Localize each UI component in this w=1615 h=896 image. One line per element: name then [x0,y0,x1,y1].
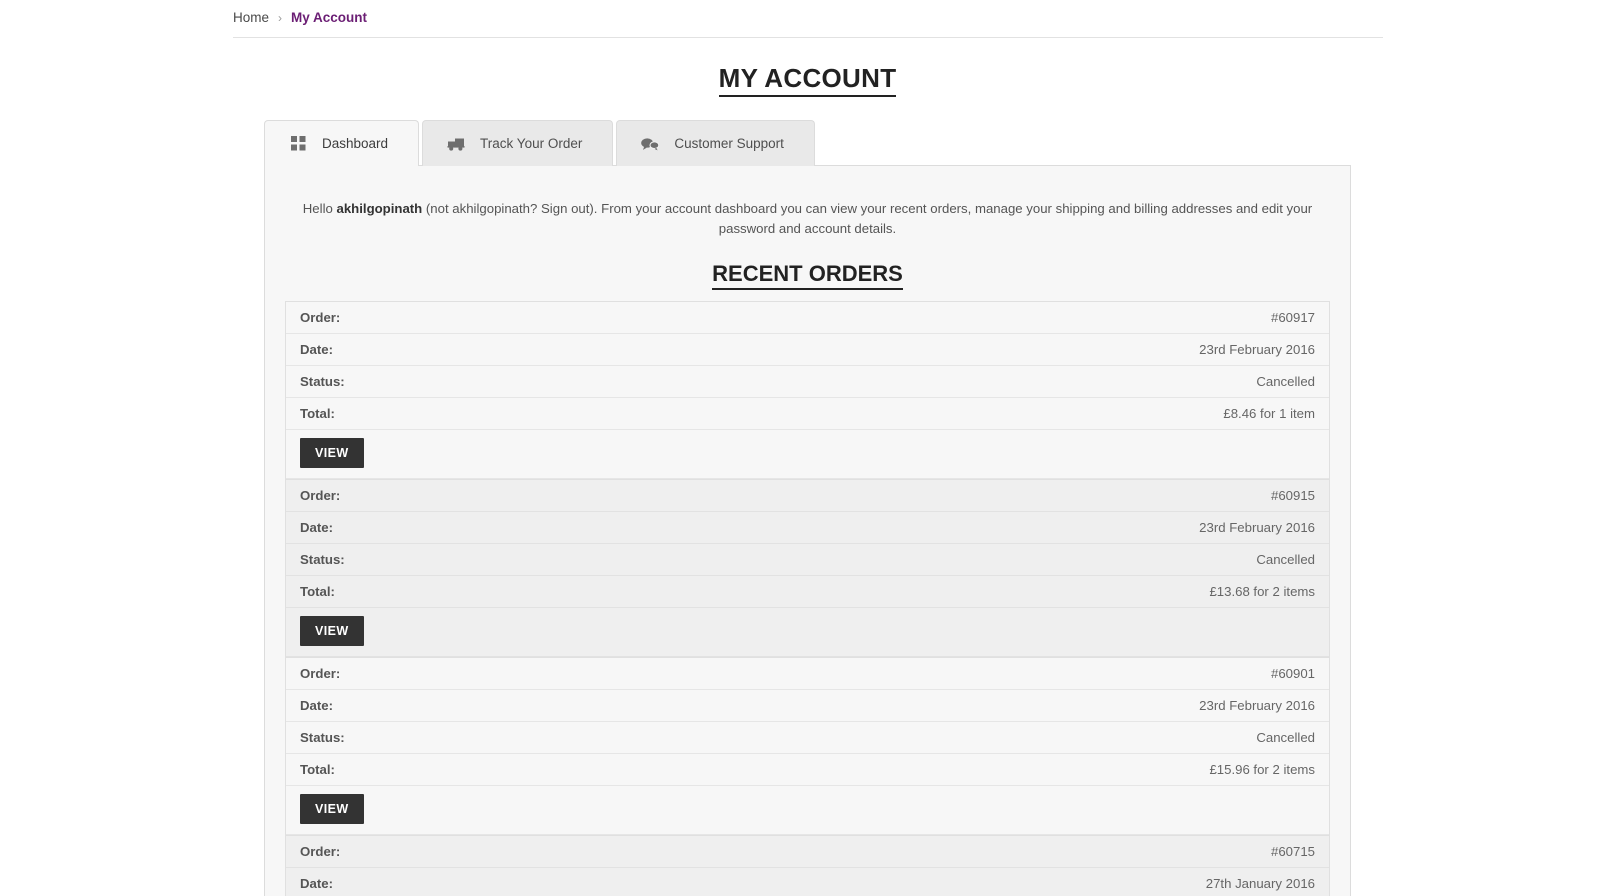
view-order-button[interactable]: VIEW [300,437,364,468]
order-total-row: Total: £13.68 for 2 items [286,576,1329,608]
order-date-row-value: 23rd February 2016 [1199,697,1315,713]
order-total-row-label: Total: [300,583,335,599]
order-total-row: Total: £8.46 for 1 item [286,398,1329,430]
order-status-row-label: Status: [300,729,345,745]
order-number-row: Order: #60917 [286,302,1329,334]
view-order-button[interactable]: VIEW [300,615,364,646]
order-date-row: Date: 23rd February 2016 [286,334,1329,366]
order-total-row-value: £8.46 for 1 item [1223,405,1315,421]
recent-orders-heading-text: RECENT ORDERS [712,260,903,290]
order-actions: VIEW [286,786,1329,835]
order-number-row-value: #60915 [1270,487,1315,503]
tab-track-your-order-label: Track Your Order [480,136,583,151]
order-block: Order: #60917 Date: 23rd February 2016 Statu… [285,300,1330,479]
greeting-description: From your account dashboard you can view… [601,201,1313,236]
order-date-row-value: 23rd February 2016 [1199,341,1315,357]
truck-icon [447,136,465,152]
order-actions: VIEW [286,608,1329,657]
order-block: Order:#60715Date:27th January 2016Status… [285,834,1330,896]
order-number-row-value: #60715 [1270,843,1315,859]
order-status-row-label: Status: [300,551,345,567]
order-status-row: Status: Cancelled [286,544,1329,576]
order-date-row-value: 23rd February 2016 [1199,519,1315,535]
recent-orders-heading: RECENT ORDERS [285,260,1330,290]
orders-list: Order: #60917 Date: 23rd February 2016 Statu… [285,300,1330,896]
order-status-row-value: Cancelled [1256,729,1315,745]
order-date-row-label: Date: [300,519,333,535]
account-content: Dashboard Track Your Order Customer Supp… [264,120,1351,896]
breadcrumb-home-link[interactable]: Home [233,10,269,25]
order-status-row-value: Cancelled [1256,373,1315,389]
breadcrumb-current: My Account [291,10,368,25]
tab-dashboard-label: Dashboard [322,136,389,151]
order-status-row-value: Cancelled [1256,551,1315,567]
greeting-signout[interactable]: (not akhilgopinath? Sign out). [426,201,598,216]
order-number-row-label: Order: [300,487,341,503]
order-status-row: Status: Cancelled [286,722,1329,754]
view-order-button[interactable]: VIEW [300,793,364,824]
order-total-row-value: £15.96 for 2 items [1209,761,1315,777]
order-number-row: Order: #60901 [286,658,1329,690]
tab-customer-support-label: Customer Support [674,136,784,151]
greeting-username: akhilgopinath [336,201,423,217]
account-tabs: Dashboard Track Your Order Customer Supp… [264,120,1351,166]
order-total-row-label: Total: [300,405,335,421]
order-total-row-label: Total: [300,761,335,777]
order-number-row-label: Order: [300,843,341,859]
order-date-row: Date: 23rd February 2016 [286,512,1329,544]
order-actions: VIEW [286,430,1329,479]
order-number-row: Order: #60715 [286,836,1329,868]
dashboard-panel: Hello akhilgopinath (not akhilgopinath? … [264,165,1351,896]
order-number-row-label: Order: [300,665,341,681]
order-date-row: Date: 27th January 2016 [286,868,1329,896]
tab-track-your-order[interactable]: Track Your Order [422,120,614,166]
order-date-row-label: Date: [300,341,333,357]
order-block: Order: #60915 Date: 23rd February 2016 Statu… [285,478,1330,657]
tab-dashboard[interactable]: Dashboard [264,120,420,166]
order-number-row-label: Order: [300,309,341,325]
order-number-row-value: #60917 [1270,309,1315,325]
order-date-row: Date: 23rd February 2016 [286,690,1329,722]
order-date-row-value: 27th January 2016 [1205,875,1315,891]
order-block: Order: #60901 Date: 23rd February 2016 Statu… [285,656,1330,835]
tab-customer-support[interactable]: Customer Support [616,120,815,166]
page-title-text: MY ACCOUNT [718,63,897,97]
order-date-row-label: Date: [300,875,333,891]
my-account-page: Home › My Account MY ACCOUNT Dashboard T… [0,0,1615,896]
breadcrumb: Home › My Account [233,0,1383,38]
greeting-text: Hello akhilgopinath (not akhilgopinath? … [285,197,1330,239]
order-number-row-value: #60901 [1270,665,1315,681]
order-status-row: Status: Cancelled [286,366,1329,398]
order-total-row-value: £13.68 for 2 items [1209,583,1315,599]
chevron-right-icon: › [278,10,283,25]
chat-bubbles-icon [641,136,660,152]
grid-icon [289,136,307,152]
order-total-row: Total: £15.96 for 2 items [286,754,1329,786]
order-date-row-label: Date: [300,697,333,713]
order-status-row-label: Status: [300,373,345,389]
greeting-hello: Hello [302,201,333,217]
order-number-row: Order: #60915 [286,480,1329,512]
page-title: MY ACCOUNT [0,63,1615,97]
